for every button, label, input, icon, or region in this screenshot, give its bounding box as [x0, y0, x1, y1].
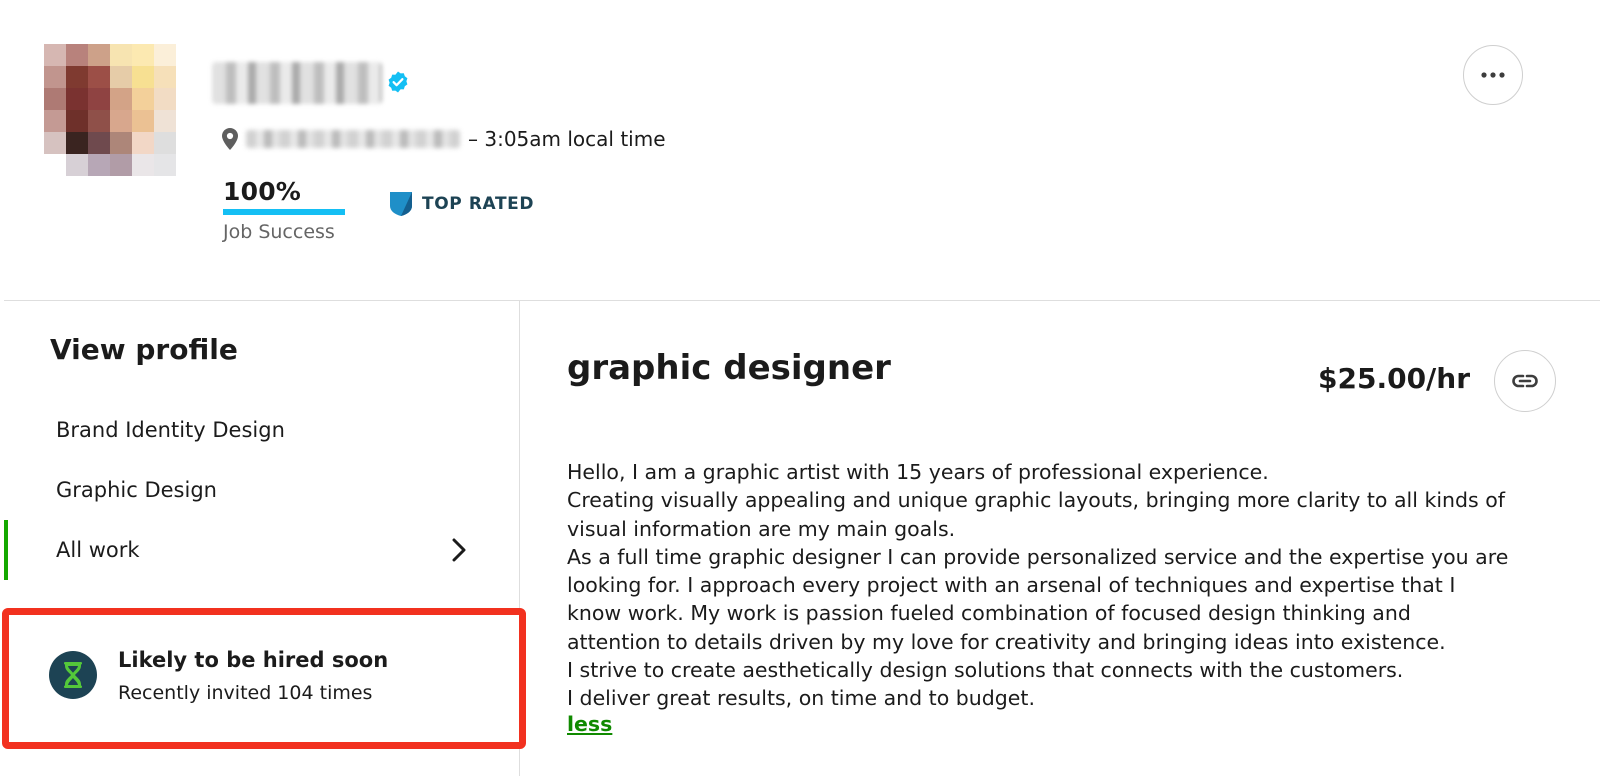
job-success-percent: 100%	[223, 177, 302, 206]
description-line: Creating visually appealing and unique g…	[567, 488, 1505, 513]
header-divider	[4, 300, 1600, 301]
avatar-pixel	[44, 110, 66, 132]
sidebar-item-label: Graphic Design	[56, 478, 217, 502]
avatar-pixel	[132, 44, 154, 66]
avatar-pixel	[132, 66, 154, 88]
location-row: – 3:05am local time	[222, 126, 666, 152]
avatar-pixel	[66, 66, 88, 88]
avatar-pixel	[132, 110, 154, 132]
avatar-pixel	[154, 110, 176, 132]
avatar	[44, 44, 176, 176]
top-rated-label: TOP RATED	[422, 194, 535, 214]
avatar-pixel	[66, 132, 88, 154]
avatar-pixel	[154, 88, 176, 110]
avatar-pixel	[110, 66, 132, 88]
chevron-right-icon	[452, 538, 466, 562]
job-success-bar-fill	[223, 209, 345, 215]
avatar-pixel	[88, 66, 110, 88]
avatar-pixel	[154, 154, 176, 176]
job-success-bar	[223, 209, 345, 215]
hourglass-icon	[49, 651, 97, 699]
top-rated-badge: TOP RATED	[390, 192, 534, 216]
avatar-pixel	[110, 154, 132, 176]
avatar-pixel	[66, 110, 88, 132]
avatar-pixel	[88, 132, 110, 154]
avatar-pixel	[154, 44, 176, 66]
ellipsis-icon	[1481, 72, 1505, 78]
avatar-pixel	[110, 44, 132, 66]
avatar-pixel	[44, 132, 66, 154]
job-success-label: Job Success	[223, 221, 335, 243]
description-line: looking for. I approach every project wi…	[567, 573, 1456, 598]
description-line: I deliver great results, on time and to …	[567, 686, 1035, 711]
description-line: visual information are my main goals.	[567, 516, 956, 541]
avatar-pixel	[44, 44, 66, 66]
avatar-pixel	[88, 154, 110, 176]
hourly-rate: $25.00/hr	[1318, 362, 1471, 395]
verified-badge-icon	[388, 71, 408, 93]
sidebar-item-label: Brand Identity Design	[56, 418, 285, 442]
avatar-pixel	[44, 66, 66, 88]
avatar-pixel	[66, 88, 88, 110]
view-profile-heading: View profile	[50, 333, 238, 366]
avatar-pixel	[88, 44, 110, 66]
link-icon	[1512, 374, 1538, 388]
avatar-pixel	[88, 88, 110, 110]
avatar-pixel	[110, 110, 132, 132]
avatar-pixel	[154, 132, 176, 154]
avatar-pixel	[44, 154, 66, 176]
more-options-button[interactable]	[1463, 45, 1523, 105]
local-time: – 3:05am local time	[468, 127, 666, 151]
top-rated-shield-icon	[390, 192, 412, 216]
copy-link-button[interactable]	[1494, 350, 1556, 412]
avatar-pixel	[154, 66, 176, 88]
blurred-location	[246, 130, 460, 148]
sidebar-item-all-work[interactable]: All work	[56, 528, 466, 572]
sidebar-item-graphic-design[interactable]: Graphic Design	[56, 468, 466, 512]
sidebar-item-label: All work	[56, 538, 140, 562]
description-line: attention to details driven by my love f…	[567, 629, 1446, 654]
description-line: Hello, I am a graphic artist with 15 yea…	[567, 460, 1269, 484]
description-line: know work. My work is passion fueled com…	[567, 601, 1411, 626]
avatar-pixel	[44, 88, 66, 110]
description-line: I strive to create aesthetically design …	[567, 658, 1404, 683]
description-line: As a full time graphic designer I can pr…	[567, 544, 1509, 569]
sidebar-item-brand-identity-design[interactable]: Brand Identity Design	[56, 408, 466, 452]
avatar-pixel	[88, 110, 110, 132]
avatar-pixel	[132, 132, 154, 154]
job-success-score: 100% Job Success	[223, 178, 345, 243]
blurred-freelancer-name	[212, 62, 382, 104]
profile-title: graphic designer	[567, 348, 891, 388]
avatar-pixel	[66, 154, 88, 176]
avatar-pixel	[110, 132, 132, 154]
avatar-pixel	[132, 154, 154, 176]
avatar-pixel	[66, 44, 88, 66]
profile-description: Hello, I am a graphic artist with 15 yea…	[567, 458, 1557, 713]
active-item-indicator	[4, 520, 8, 580]
avatar-pixel	[110, 88, 132, 110]
hired-soon-title: Likely to be hired soon	[118, 648, 389, 672]
location-pin-icon	[222, 128, 238, 150]
avatar-pixel	[132, 88, 154, 110]
hired-soon-subtitle: Recently invited 104 times	[118, 682, 373, 704]
show-less-link[interactable]: less	[567, 712, 612, 736]
